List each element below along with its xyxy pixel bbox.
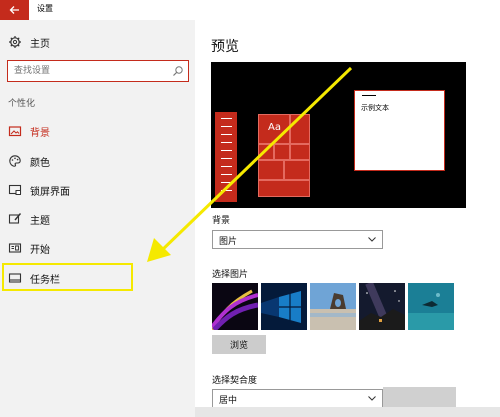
picture-icon xyxy=(8,126,22,137)
gear-icon xyxy=(9,36,21,48)
lock-screen-icon xyxy=(8,184,22,195)
sidebar-item-background[interactable]: 背景 xyxy=(0,118,195,144)
back-button[interactable] xyxy=(0,0,29,20)
sidebar-item-label: 锁屏界面 xyxy=(30,187,70,198)
sidebar-item-lock-screen[interactable]: 锁屏界面 xyxy=(0,177,195,203)
chevron-down-icon xyxy=(368,396,376,401)
preview-sample-text: 示例文本 xyxy=(361,104,389,112)
fit-label: 选择契合度 xyxy=(212,376,258,386)
sidebar-item-label: 开始 xyxy=(30,245,50,256)
sidebar-item-label: 颜色 xyxy=(30,158,50,169)
background-dropdown[interactable]: 图片 xyxy=(212,230,383,249)
sidebar-item-home[interactable]: 主页 xyxy=(0,29,195,55)
sidebar-item-themes[interactable]: 主题 xyxy=(0,206,195,232)
brush-icon xyxy=(8,213,22,224)
sidebar-item-colors[interactable]: 颜色 xyxy=(0,148,195,174)
sidebar-item-start[interactable]: 开始 xyxy=(0,235,195,261)
fit-dropdown-value: 居中 xyxy=(219,396,238,406)
picture-thumbnail-windows-10[interactable] xyxy=(261,283,307,330)
sidebar-item-label: 背景 xyxy=(30,128,50,139)
start-menu-icon xyxy=(8,243,22,253)
sidebar-item-label: 主页 xyxy=(30,39,50,50)
background-label: 背景 xyxy=(212,216,231,226)
preview-heading: 预览 xyxy=(211,39,239,55)
preview-taskbar xyxy=(215,112,237,202)
window-title: 设置 xyxy=(37,4,53,13)
search-input[interactable] xyxy=(14,64,164,78)
search-icon[interactable] xyxy=(172,65,184,77)
choose-picture-label: 选择图片 xyxy=(212,270,249,280)
chevron-down-icon xyxy=(368,237,376,242)
picture-thumbnail-beach[interactable] xyxy=(310,283,356,330)
picture-thumbnail-night-sky[interactable] xyxy=(359,283,405,330)
sidebar-item-label: 主题 xyxy=(30,216,50,227)
annotation-highlight-box xyxy=(2,263,133,291)
section-label-personalization: 个性化 xyxy=(8,99,36,109)
preview-sample-window: 示例文本 xyxy=(354,90,445,171)
preview-panel: Aa 示例文本 xyxy=(211,62,466,208)
background-dropdown-value: 图片 xyxy=(219,237,238,247)
sidebar: 主页 个性化 背景 颜色 锁屏界面 主题 xyxy=(0,20,195,417)
fit-dropdown[interactable]: 居中 xyxy=(212,389,383,408)
arrow-left-icon xyxy=(9,6,19,14)
preview-tile-text: Aa xyxy=(268,122,281,133)
browse-button[interactable]: 浏览 xyxy=(212,335,266,354)
search-box[interactable] xyxy=(7,60,189,82)
picture-thumbnail-underwater[interactable] xyxy=(408,283,454,330)
preview-start-tiles: Aa xyxy=(258,114,310,197)
picture-thumbnail-purple-ribbon[interactable] xyxy=(212,283,258,330)
title-bar: 设置 xyxy=(0,0,500,20)
bottom-strip xyxy=(195,407,500,417)
fit-dropdown-backdrop xyxy=(383,387,456,407)
palette-icon xyxy=(9,155,21,167)
